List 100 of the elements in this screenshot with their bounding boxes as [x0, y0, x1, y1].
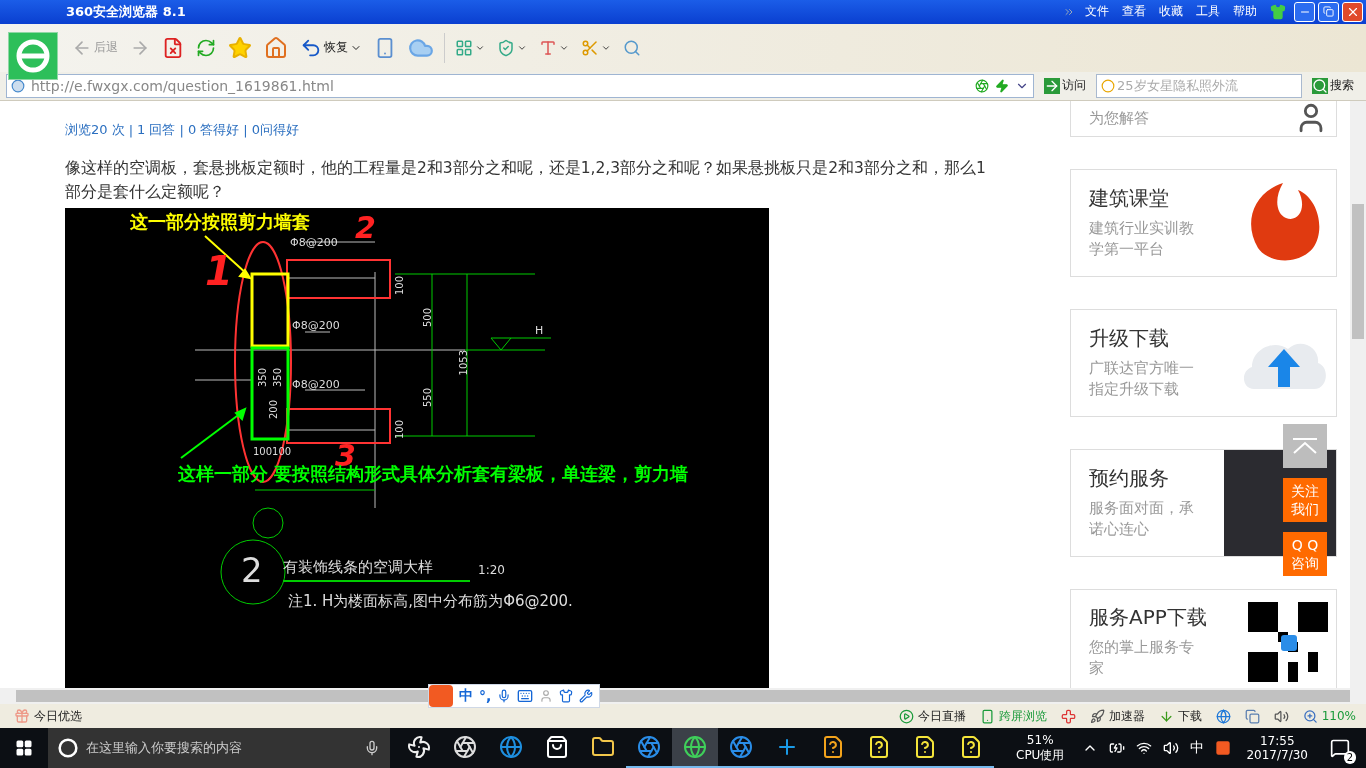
ime-logo-icon[interactable] [1215, 740, 1232, 756]
play-icon [898, 708, 914, 724]
menu-item[interactable]: 查看 [1122, 3, 1146, 21]
handwritten-mark: 1 [205, 248, 233, 295]
document-icon [821, 735, 845, 759]
zoom-icon [1302, 708, 1318, 724]
restore-icon [1323, 6, 1334, 18]
input-method-indicator[interactable]: 中 [1190, 739, 1205, 757]
status-item[interactable]: 加速器 [1089, 707, 1145, 725]
status-item[interactable]: 今日直播 [898, 707, 966, 725]
separator: | [243, 122, 248, 138]
separator: | [179, 122, 184, 138]
page-cross-icon [162, 36, 184, 59]
rocket-icon [1089, 708, 1105, 724]
dimension-label: 350 [257, 368, 268, 388]
home-icon [264, 35, 288, 60]
download-icon [1158, 708, 1174, 724]
menu-item[interactable]: 文件 [1085, 3, 1109, 21]
ime-mode: 中 [459, 687, 473, 706]
address-field[interactable]: http://e.fwxgx.com/question_1619861.html [6, 73, 1034, 98]
search-icon [623, 38, 641, 57]
text-icon [539, 38, 557, 57]
window-title: 360安全浏览器 8.1 [66, 3, 187, 21]
status-item[interactable]: 下载 [1158, 707, 1202, 725]
search-engine-button[interactable]: 搜索 [1306, 77, 1360, 95]
lightning-icon [995, 78, 1009, 93]
dimension-label: 550 [422, 388, 433, 408]
notification-button[interactable]: 2 [1324, 732, 1356, 764]
microphone-icon [364, 740, 380, 756]
stat-link[interactable]: 0 答得好 [187, 121, 240, 140]
star-icon [228, 35, 252, 60]
search-engine-icon [1101, 78, 1115, 93]
folder-icon [591, 735, 615, 759]
restore-button[interactable] [1318, 2, 1339, 22]
cad-label: Φ8@200 [292, 378, 340, 392]
menu-item[interactable]: 收藏 [1159, 3, 1183, 21]
question-text: 像这样的空调板，套悬挑板定额时，他的工程量是2和3部分之和呢，还是1,2,3部分之和呢？如果悬挑板只是2和3部分之和，那么1部分是套什么定额呢？ [65, 158, 987, 204]
menu-item[interactable]: 工具 [1196, 3, 1220, 21]
detail-number: 2 [241, 550, 263, 591]
stat-link[interactable]: 1 回答 [137, 121, 176, 140]
annotation-text: 这一部分按照剪力墙套 [130, 210, 310, 235]
menu-item[interactable]: 帮助 [1233, 3, 1257, 21]
chevron-up-icon [1292, 437, 1318, 454]
card-title: 预约服务 [1089, 465, 1170, 493]
card-description: 为您解答 [1089, 108, 1150, 128]
cpu-meter[interactable]: 51% CPU使用 [1016, 732, 1065, 764]
stat-link[interactable]: 0问得好 [251, 121, 299, 140]
go-button[interactable]: 访问 [1038, 77, 1092, 95]
circle-icon [58, 738, 78, 758]
fan-icon [407, 735, 431, 759]
detail-title: 有装饰线条的空调大样 [283, 558, 433, 578]
search-icon [1312, 77, 1328, 94]
scissors-icon [581, 38, 599, 57]
handwritten-mark: 2 [355, 210, 376, 246]
chevrons-icon [1063, 6, 1075, 18]
medical-cross-icon[interactable] [1060, 708, 1076, 724]
card-description: 服务面对面，承诺心连心 [1089, 499, 1195, 540]
card-title: 建筑课堂 [1089, 185, 1170, 213]
shirt-icon [559, 689, 574, 704]
shirt-icon[interactable] [1270, 4, 1286, 20]
restore-tab-button[interactable]: 恢复 [294, 36, 368, 59]
card-title: 服务APP下载 [1089, 604, 1207, 632]
speaker-icon[interactable] [1273, 708, 1289, 724]
dimension-label: 100 [394, 420, 405, 440]
grid-icon [455, 38, 473, 57]
shopping-bag-icon [545, 735, 569, 759]
daily-picks-link[interactable]: 今日优选 [14, 707, 82, 725]
document-icon [867, 735, 891, 759]
promo-card[interactable]: 建筑课堂 建筑行业实训教学第一平台 [1070, 168, 1337, 277]
shield-icon [497, 38, 515, 57]
dimension-label: 350 [272, 368, 283, 388]
scale-label: 1:20 [478, 563, 505, 578]
taskbar-search-field[interactable]: 在这里输入你要搜索的内容 [48, 728, 390, 768]
browser-logo-icon[interactable] [8, 31, 58, 80]
stat-link[interactable]: 浏览20 次 [65, 121, 125, 140]
aperture-icon [975, 78, 989, 93]
battery-icon[interactable] [1109, 740, 1126, 756]
vertical-scrollbar[interactable] [1350, 100, 1366, 689]
minimize-button[interactable] [1294, 2, 1315, 22]
microphone-icon [497, 689, 512, 704]
card-description: 广联达官方唯一指定升级下载 [1089, 359, 1195, 400]
ime-toolbar[interactable]: 中 °, [428, 684, 601, 709]
person-icon [539, 689, 554, 704]
card-description: 您的掌上服务专家 [1089, 638, 1195, 679]
ime-punctuation: °, [479, 688, 492, 705]
volume-icon[interactable] [1163, 740, 1180, 756]
dimension-label: 500 [422, 308, 433, 328]
qr-code-icon [1248, 601, 1328, 682]
wrench-icon [579, 689, 594, 704]
close-button[interactable] [1342, 2, 1363, 22]
arrow-right-icon [1044, 77, 1060, 94]
keyboard-icon [517, 688, 534, 705]
document-icon [959, 735, 983, 759]
windows-logo-icon [15, 739, 33, 757]
clock[interactable]: 17:55 2017/7/30 [1246, 734, 1308, 762]
promo-card[interactable]: 升级下载 广联达官方唯一指定升级下载 [1070, 308, 1337, 417]
dimension-label: 1053 [458, 350, 469, 376]
wifi-icon[interactable] [1136, 740, 1153, 756]
ime-logo-icon [429, 685, 453, 708]
separator: | [128, 122, 134, 138]
